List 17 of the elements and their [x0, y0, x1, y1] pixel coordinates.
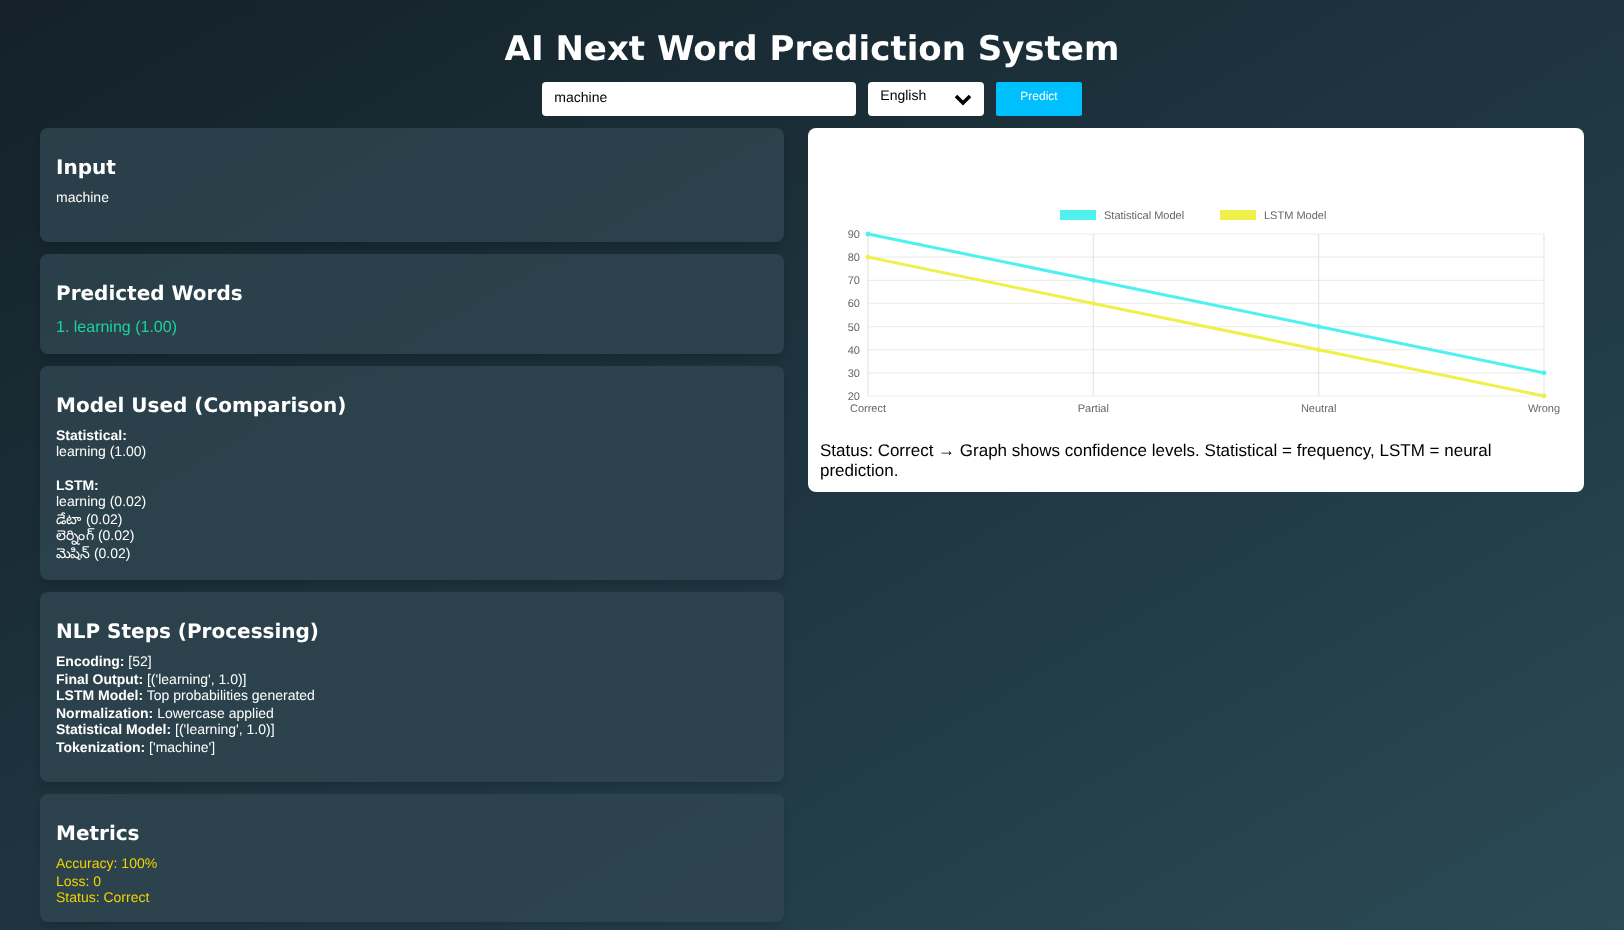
data-point	[1316, 324, 1322, 329]
data-point	[1090, 277, 1096, 283]
page-title: AI Next Word Prediction System	[504, 28, 1120, 72]
chart-caption: Status: Correct → Graph shows confidence levels. Statistical = frequency, LSTM = neural prediction.	[820, 440, 1494, 480]
card-heading: Predicted Words	[56, 281, 245, 307]
chevron-down-icon	[954, 93, 973, 105]
card-heading: Metrics	[56, 822, 142, 848]
data-point	[865, 254, 871, 260]
card-heading: Model Used (Comparison)	[56, 393, 349, 419]
data-point	[1541, 370, 1547, 376]
data-point	[1090, 301, 1096, 306]
predicted-word: 1. learning (1.00)	[56, 317, 179, 337]
card-heading: NLP Steps (Processing)	[56, 620, 321, 646]
data-point	[1316, 347, 1322, 353]
data-point	[865, 231, 871, 237]
card-heading: Input	[56, 156, 118, 182]
data-point	[1541, 393, 1547, 399]
